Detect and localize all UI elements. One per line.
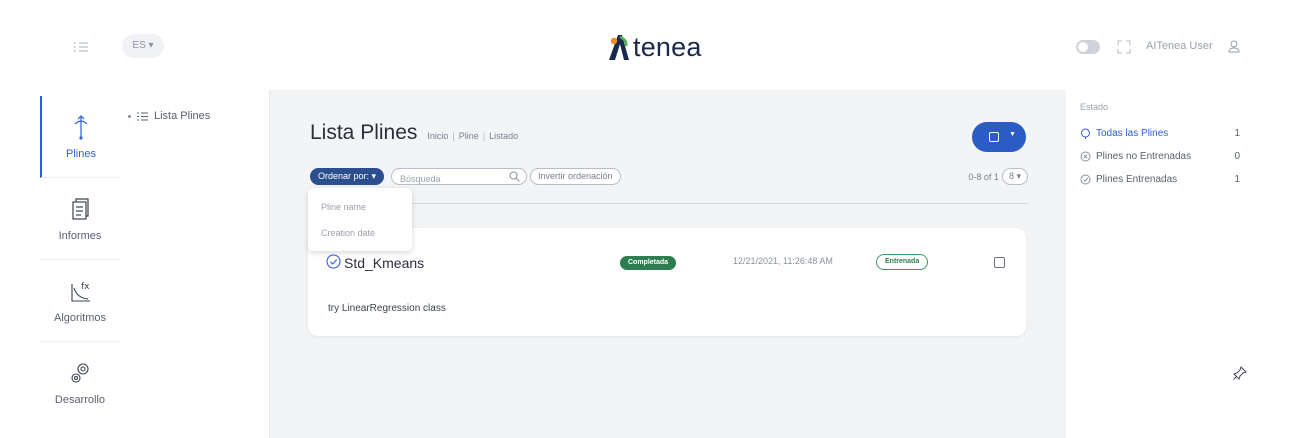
language-selector[interactable]: ES ▾ bbox=[122, 34, 164, 58]
brand-name: tenea bbox=[633, 32, 702, 62]
check-circle-icon bbox=[1080, 174, 1091, 185]
filter-all[interactable]: Todas las Plines 1 bbox=[1080, 128, 1240, 142]
page-title: Lista Plines bbox=[310, 121, 418, 144]
pin-icon[interactable] bbox=[1233, 366, 1247, 380]
breadcrumb-inicio[interactable]: Inicio bbox=[427, 131, 448, 141]
filter-heading: Estado bbox=[1080, 102, 1109, 112]
main-nav-rail: Plines Informes fx Algoritmos Desarrollo bbox=[0, 90, 120, 438]
pline-title[interactable]: Std_Kmeans bbox=[344, 255, 424, 271]
check-circle-icon bbox=[326, 254, 341, 269]
app-logo: tenea bbox=[607, 30, 702, 64]
sort-button[interactable]: Ordenar por: ▾ bbox=[310, 168, 385, 185]
top-header: ES ▾ tenea AITenea User bbox=[0, 0, 1316, 90]
bullet-icon bbox=[128, 114, 131, 118]
nav-item-algoritmos[interactable]: fx Algoritmos bbox=[40, 260, 120, 342]
theme-toggle[interactable] bbox=[1076, 40, 1100, 54]
sort-option-date[interactable]: Creation date bbox=[321, 228, 375, 238]
main-content: Lista Plines Inicio | Pline | Listado ▼ Orde… bbox=[270, 90, 1066, 438]
breadcrumb: Inicio | Pline | Listado bbox=[427, 131, 519, 141]
filter-not-trained[interactable]: Plines no Entrenadas 0 bbox=[1080, 151, 1240, 165]
filter-panel: Estado Todas las Plines 1 Plines no Entr… bbox=[1066, 90, 1246, 438]
pline-card[interactable]: Std_Kmeans Completada 12/21/2021, 11:26:… bbox=[308, 228, 1026, 336]
invert-order-button[interactable]: Invertir ordenación bbox=[530, 168, 621, 185]
all-filter-icon bbox=[1081, 128, 1090, 139]
search-icon[interactable] bbox=[509, 171, 520, 182]
function-icon: fx bbox=[71, 282, 90, 302]
search-input[interactable] bbox=[400, 171, 500, 187]
select-actions-button[interactable]: ▼ bbox=[972, 122, 1026, 152]
nav-item-informes[interactable]: Informes bbox=[40, 178, 120, 260]
nav-item-desarrollo[interactable]: Desarrollo bbox=[40, 342, 120, 424]
checkbox-icon bbox=[989, 132, 999, 142]
breadcrumb-pline[interactable]: Pline bbox=[459, 131, 479, 141]
filter-trained[interactable]: Plines Entrenadas 1 bbox=[1080, 174, 1240, 188]
created-date: 12/21/2021, 11:26:48 AM bbox=[733, 256, 833, 266]
fullscreen-icon[interactable] bbox=[1117, 40, 1131, 54]
list-icon bbox=[137, 112, 148, 120]
list-toolbar: Ordenar por: ▾ Invertir ordenación 0-8 o… bbox=[310, 168, 1028, 188]
x-circle-icon bbox=[1080, 151, 1091, 162]
subnav-item-label: Lista Plines bbox=[154, 110, 211, 122]
status-badge: Completada bbox=[620, 256, 677, 270]
caret-down-icon: ▼ bbox=[1009, 131, 1016, 138]
report-icon bbox=[72, 198, 89, 220]
pline-icon bbox=[74, 115, 88, 140]
pagination: 0-8 of 1 8 ▾ bbox=[968, 168, 1028, 185]
divider bbox=[310, 203, 1028, 204]
user-icon[interactable] bbox=[1228, 40, 1240, 53]
sort-dropdown-menu: Pline name Creation date bbox=[308, 188, 412, 251]
row-checkbox[interactable] bbox=[994, 257, 1005, 268]
pline-description: try LinearRegression class bbox=[328, 303, 446, 314]
sort-option-name[interactable]: Pline name bbox=[321, 202, 366, 212]
svg-text:fx: fx bbox=[81, 282, 90, 292]
training-badge: Entrenada bbox=[876, 254, 929, 270]
logo-mark-icon bbox=[609, 35, 629, 60]
search-field[interactable] bbox=[391, 168, 527, 187]
user-name[interactable]: AITenea User bbox=[1146, 40, 1213, 52]
gears-icon bbox=[71, 363, 89, 383]
menu-toggle-icon[interactable] bbox=[72, 38, 90, 56]
page-info: 0-8 of 1 bbox=[968, 171, 999, 182]
page-size-select[interactable]: 8 ▾ bbox=[1001, 168, 1028, 185]
subnav-item-lista-plines[interactable]: Lista Plines bbox=[128, 110, 210, 122]
breadcrumb-listado: Listado bbox=[489, 131, 519, 141]
nav-item-plines[interactable]: Plines bbox=[40, 96, 120, 178]
sub-sidebar: Lista Plines bbox=[120, 90, 270, 438]
